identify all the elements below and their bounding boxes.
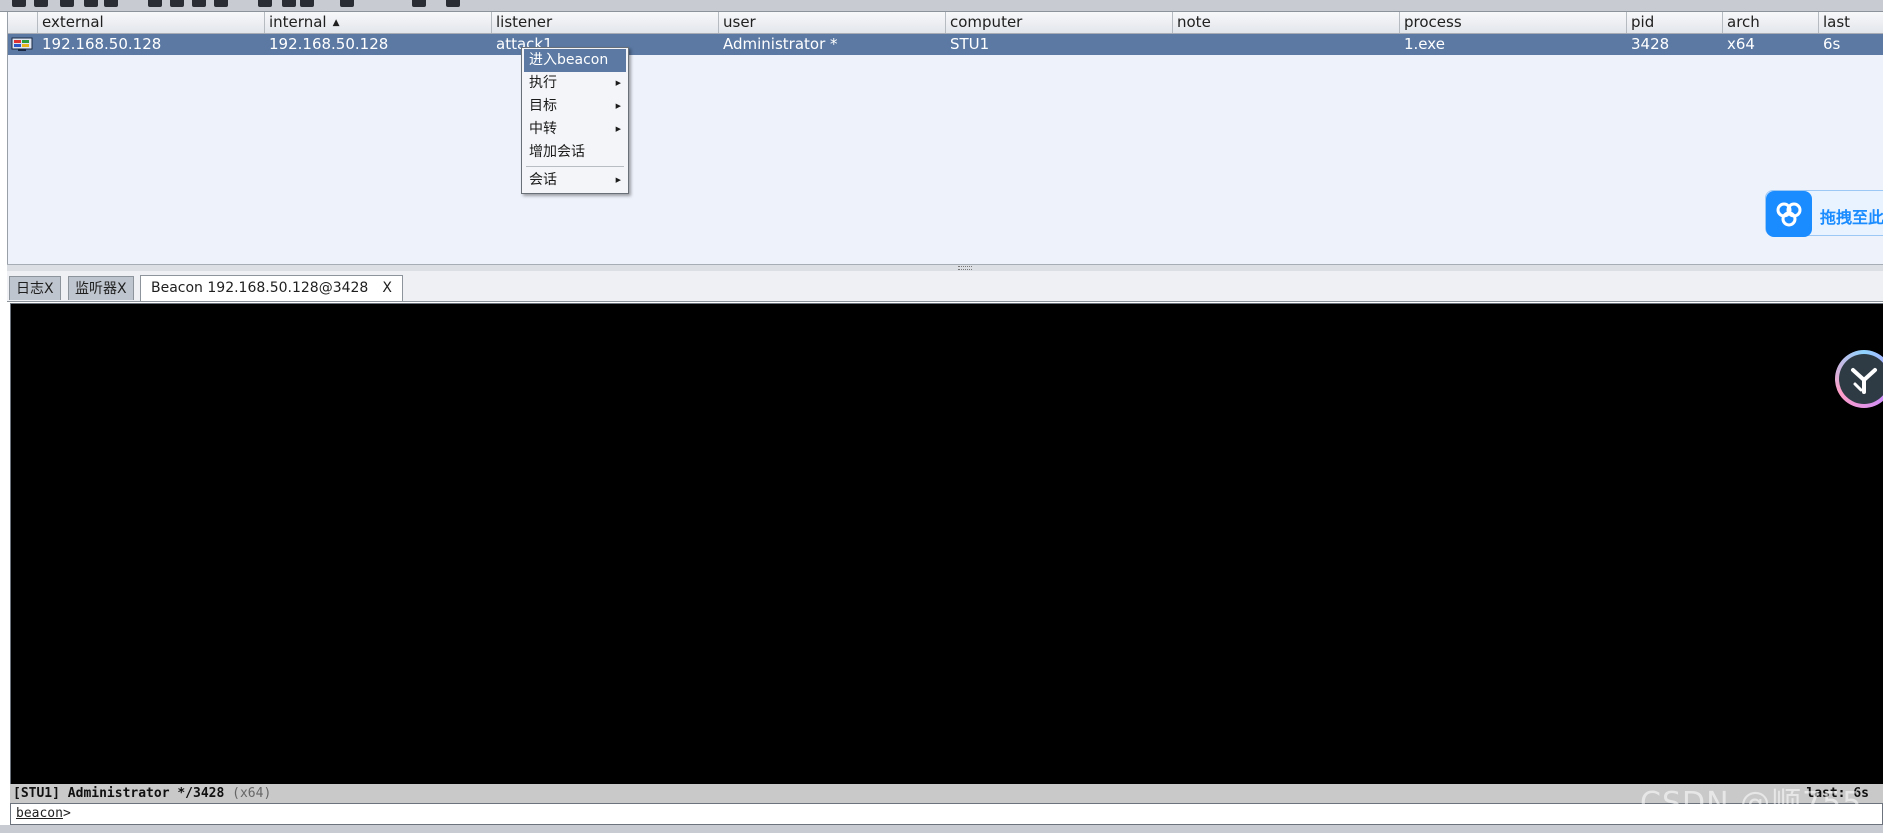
status-arch: (x64) (232, 786, 272, 801)
payload-icon[interactable] (214, 0, 228, 7)
menu-item-label: 中转 (529, 121, 557, 137)
submenu-arrow-icon: ▶ (615, 102, 621, 110)
beacon-command-input[interactable]: beacon> (10, 803, 1883, 825)
script-icon[interactable] (258, 0, 272, 7)
cell-pid: 3428 (1631, 35, 1670, 53)
disconnect-icon[interactable] (34, 0, 48, 7)
column-header-computer[interactable]: computer (946, 12, 1173, 33)
tab-label: 监听器 (75, 281, 117, 297)
submenu-arrow-icon: ▶ (615, 79, 621, 87)
column-header-last[interactable]: last (1819, 12, 1883, 33)
main-toolbar (0, 0, 1883, 12)
sessions-table: external internal ▲ listener user compute… (7, 12, 1883, 264)
icon-column-header[interactable] (8, 12, 38, 33)
cell-process: 1.exe (1404, 35, 1445, 53)
column-header-arch[interactable]: arch (1723, 12, 1819, 33)
column-header-listener[interactable]: listener (492, 12, 719, 33)
tab-bar: 日志X 监听器X Beacon 192.168.50.128@3428 X (7, 271, 1883, 302)
drag-handle-icon[interactable] (958, 266, 972, 270)
baidu-drop-label: 拖拽至此 (1820, 208, 1883, 227)
web-icon[interactable] (446, 0, 460, 7)
listeners-icon[interactable] (60, 0, 74, 7)
tab-listeners[interactable]: 监听器X (68, 276, 134, 300)
cell-computer: STU1 (950, 35, 990, 53)
menu-item-explore[interactable]: 目标 ▶ (522, 95, 628, 118)
settings-icon[interactable] (148, 0, 162, 7)
prompt-caret: > (62, 806, 71, 821)
status-session: [STU1] Administrator */3428 (13, 786, 225, 801)
prompt-label: beacon (16, 806, 63, 821)
cell-arch: x64 (1727, 35, 1755, 53)
menu-item-label: 增加会话 (529, 144, 585, 160)
column-header-pid[interactable]: pid (1627, 12, 1723, 33)
keystrokes-icon[interactable] (170, 0, 184, 7)
submenu-arrow-icon: ▶ (615, 125, 621, 133)
column-header-internal[interactable]: internal ▲ (265, 12, 492, 33)
tab-event-log[interactable]: 日志X (9, 276, 61, 300)
assistant-orb-icon[interactable] (1835, 350, 1883, 408)
beacon-status-bar: [STU1] Administrator */3428 (x64) last: … (10, 784, 1883, 803)
cell-internal: 192.168.50.128 (269, 35, 389, 53)
sort-ascending-icon: ▲ (332, 18, 340, 28)
connect-icon[interactable] (12, 0, 26, 7)
menu-item-spawn[interactable]: 增加会话 (522, 141, 628, 164)
log-icon[interactable] (282, 0, 296, 7)
menu-item-execute[interactable]: 执行 ▶ (522, 72, 628, 95)
menu-item-label: 会话 (529, 172, 557, 188)
submenu-arrow-icon: ▶ (615, 176, 621, 184)
screenshots-icon[interactable] (192, 0, 206, 7)
column-header-external[interactable]: external (38, 12, 265, 33)
column-header-user[interactable]: user (719, 12, 946, 33)
baidu-netdisk-drop-widget[interactable]: 拖拽至此 (1765, 190, 1883, 237)
column-header-internal-label: internal (269, 13, 327, 31)
info-icon[interactable] (412, 0, 426, 7)
window-bottom-border (0, 825, 1883, 833)
cell-user: Administrator * (723, 35, 838, 53)
tab-beacon-console[interactable]: Beacon 192.168.50.128@3428 X (140, 275, 403, 301)
tab-close-button[interactable]: X (382, 280, 392, 296)
tab-close-button[interactable]: X (44, 281, 54, 297)
sessions-icon[interactable] (84, 0, 98, 7)
link-icon[interactable] (300, 0, 314, 7)
cell-external: 192.168.50.128 (42, 35, 162, 53)
baidu-netdisk-icon (1766, 191, 1812, 237)
tab-label: 日志 (16, 281, 44, 297)
menu-item-label: 目标 (529, 98, 557, 114)
csdn-watermark: CSDN @顺755 (1640, 786, 1863, 821)
windows-session-icon (11, 37, 33, 51)
menu-item-session[interactable]: 会话 ▶ (522, 169, 628, 192)
session-context-menu: 进入beacon 执行 ▶ 目标 ▶ 中转 ▶ 增加会话 会话 ▶ (521, 47, 629, 194)
tab-label: Beacon 192.168.50.128@3428 (151, 280, 369, 296)
menu-separator (526, 166, 624, 167)
targets-icon[interactable] (104, 0, 118, 7)
column-header-process[interactable]: process (1400, 12, 1627, 33)
cell-note (1173, 34, 1177, 55)
menu-item-pivoting[interactable]: 中转 ▶ (522, 118, 628, 141)
menu-item-label: 执行 (529, 75, 557, 91)
menu-item-label: 进入beacon (529, 52, 609, 68)
help-icon[interactable] (340, 0, 354, 7)
column-header-note[interactable]: note (1173, 12, 1400, 33)
table-header: external internal ▲ listener user compute… (8, 12, 1883, 34)
cell-last: 6s (1823, 35, 1841, 53)
tab-close-button[interactable]: X (117, 281, 127, 297)
menu-item-interact[interactable]: 进入beacon (524, 49, 626, 72)
table-row[interactable]: 192.168.50.128 192.168.50.128 attack1 Ad… (8, 34, 1883, 55)
beacon-console-output[interactable] (10, 303, 1883, 785)
